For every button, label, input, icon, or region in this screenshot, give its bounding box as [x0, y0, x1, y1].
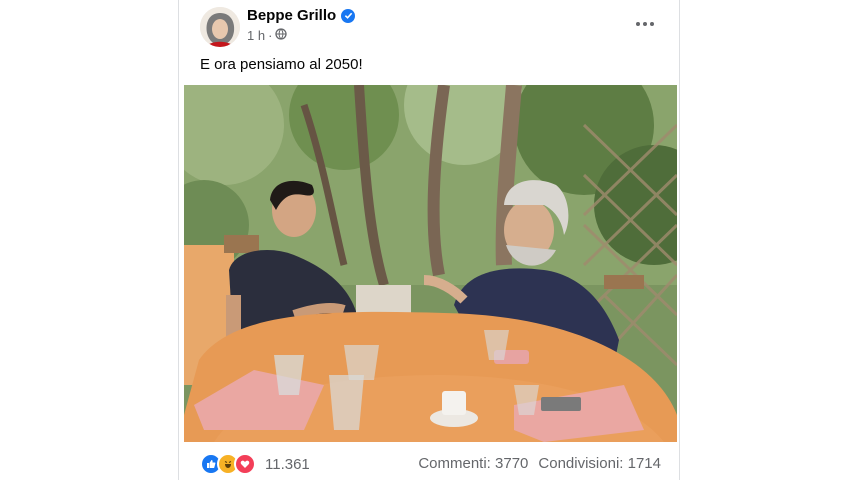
author-name-text[interactable]: Beppe Grillo	[247, 7, 336, 24]
post-card: Beppe Grillo 1 h · E ora pensiamo al 205…	[178, 0, 680, 480]
globe-icon	[275, 28, 288, 43]
meta-separator: ·	[268, 28, 273, 43]
more-dots-icon	[636, 22, 654, 26]
shares-label: Condivisioni:	[538, 455, 624, 472]
post-photo[interactable]	[184, 85, 677, 442]
more-options-button[interactable]	[627, 12, 663, 36]
shares-count: 1714	[627, 455, 661, 472]
post-footer: 11.361 Commenti: 3770 Condivisioni: 1714	[179, 442, 679, 480]
reactions-summary[interactable]: 11.361	[200, 453, 310, 475]
post-time[interactable]: 1 h	[247, 28, 265, 43]
avatar[interactable]	[200, 7, 240, 47]
comments-stat[interactable]: Commenti: 3770	[418, 455, 528, 472]
post-stats: Commenti: 3770 Condivisioni: 1714	[418, 455, 661, 472]
reaction-count: 11.361	[265, 455, 310, 473]
love-icon	[234, 453, 256, 475]
page-background-right	[680, 0, 854, 480]
comments-count: 3770	[495, 455, 529, 472]
author-name[interactable]: Beppe Grillo	[247, 7, 356, 24]
shares-stat[interactable]: Condivisioni: 1714	[538, 455, 661, 472]
page-background-left	[0, 0, 178, 480]
verified-badge-icon	[341, 8, 356, 23]
post-meta: 1 h ·	[247, 28, 288, 43]
comments-label: Commenti:	[418, 455, 491, 472]
post-text: E ora pensiamo al 2050!	[200, 56, 363, 73]
